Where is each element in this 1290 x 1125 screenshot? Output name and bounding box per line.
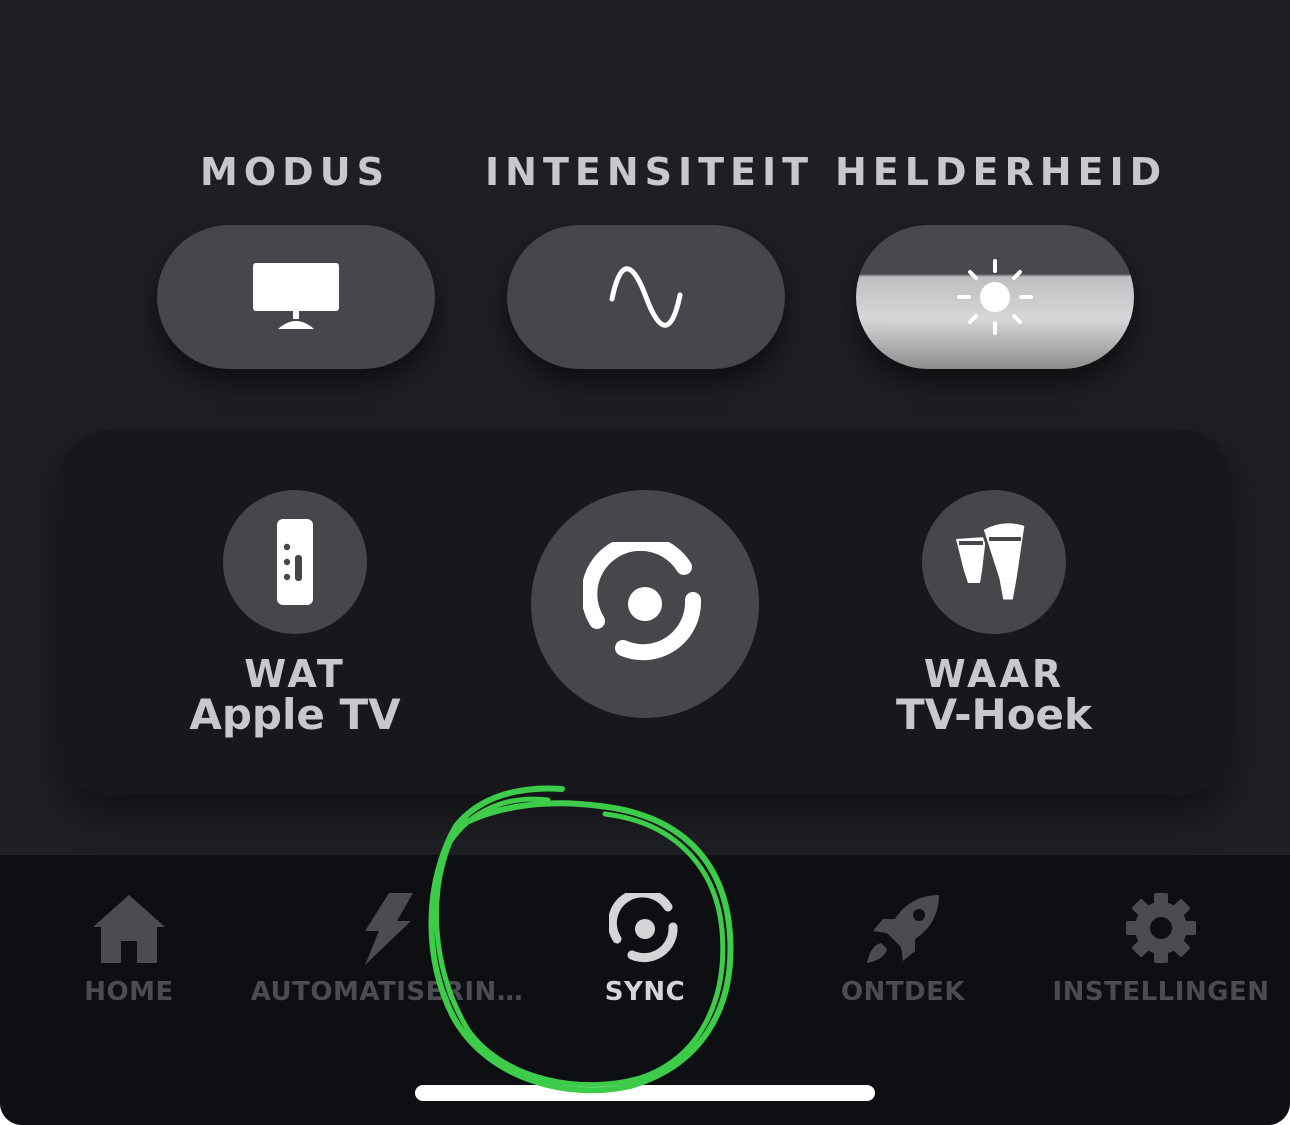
brightness-label: HELDERHEID	[835, 150, 1168, 194]
rocket-icon	[867, 895, 939, 963]
sync-toggle-button[interactable]	[531, 490, 759, 718]
sun-icon	[957, 259, 1033, 335]
intensity-button[interactable]	[507, 225, 785, 369]
tab-discover-label: ONTDEK	[840, 977, 966, 1007]
remote-icon	[277, 519, 313, 605]
tab-sync-label: SYNC	[604, 977, 686, 1007]
tab-discover[interactable]: ONTDEK	[774, 875, 1032, 1015]
tab-sync[interactable]: SYNC	[516, 875, 774, 1015]
mode-button[interactable]	[157, 225, 435, 369]
sync-icon	[583, 542, 702, 661]
where-area-button[interactable]	[922, 490, 1066, 634]
wave-icon	[609, 266, 683, 328]
tab-home-label: HOME	[84, 977, 174, 1007]
tab-automations[interactable]: AUTOMATISERIN…	[251, 875, 523, 1015]
lightning-icon	[365, 893, 413, 965]
gear-icon	[1126, 893, 1196, 963]
tab-settings-label: INSTELLINGEN	[1052, 977, 1270, 1007]
where-value: TV-Hoek	[896, 690, 1092, 739]
home-icon	[93, 895, 165, 963]
tab-settings[interactable]: INSTELLINGEN	[1032, 875, 1290, 1015]
home-indicator[interactable]	[415, 1085, 875, 1101]
what-value: Apple TV	[189, 690, 401, 739]
what-source-button[interactable]	[223, 490, 367, 634]
light-bulbs-icon	[956, 520, 1028, 603]
intensity-label: INTENSITEIT	[485, 150, 815, 194]
tab-home[interactable]: HOME	[0, 875, 258, 1015]
brightness-slider[interactable]	[856, 225, 1134, 369]
mode-label: MODUS	[200, 150, 390, 194]
sync-icon	[609, 893, 678, 963]
tv-icon	[253, 263, 339, 329]
tab-automations-label: AUTOMATISERIN…	[250, 977, 524, 1007]
sync-screen: MODUS INTENSITEIT HELDERHEID WAT Apple T…	[0, 0, 1290, 1125]
